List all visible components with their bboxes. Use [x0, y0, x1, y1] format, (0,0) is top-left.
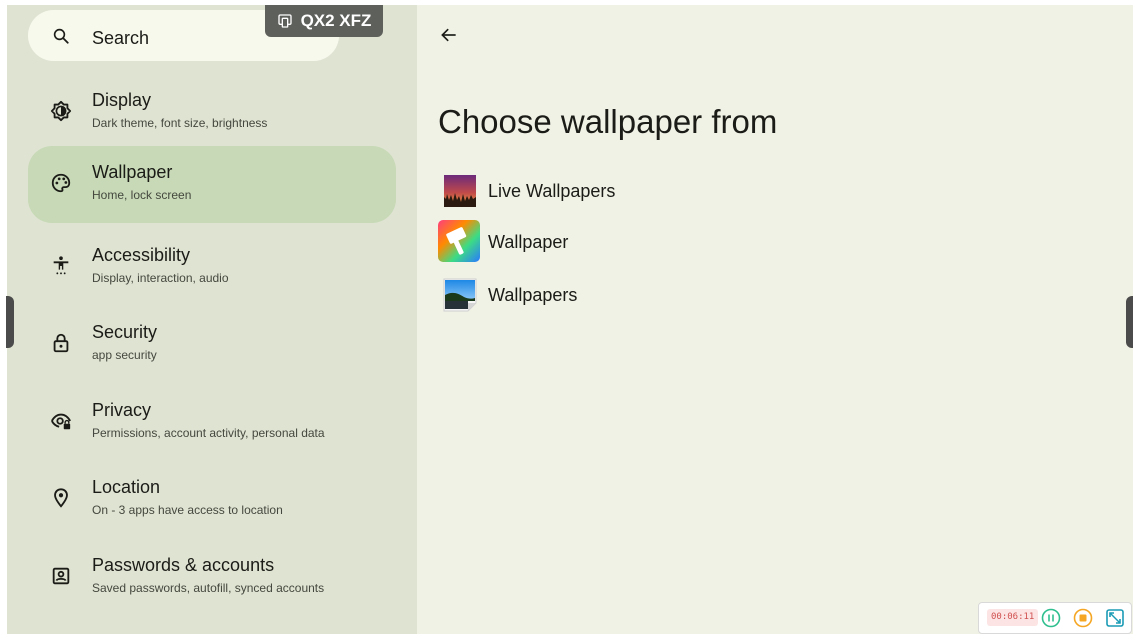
page-title: Choose wallpaper from — [438, 103, 778, 140]
sidebar-item-accessibility[interactable]: Accessibility Display, interaction, audi… — [28, 229, 396, 306]
brightness-icon — [50, 100, 72, 122]
sidebar-item-title: Display — [92, 90, 152, 110]
sidebar-item-passwords-accounts[interactable]: Passwords & accounts Saved passwords, au… — [28, 539, 396, 616]
live-wallpapers-icon — [444, 175, 476, 207]
wallpaper-app-icon — [438, 220, 480, 262]
sidebar-item-title: Security — [92, 322, 158, 342]
location-pin-icon — [54, 488, 68, 508]
sidebar-item-subtitle: Display, interaction, audio — [92, 271, 229, 285]
stop-icon[interactable] — [1073, 608, 1093, 628]
sidebar-item-subtitle: On - 3 apps have access to location — [92, 503, 283, 517]
lock-icon — [53, 333, 69, 353]
settings-window: Search QX2 XFZ Display Dark theme, font … — [7, 5, 1133, 634]
cast-device-icon — [277, 14, 292, 28]
right-edge-handle[interactable] — [1126, 296, 1133, 348]
sidebar-item-title: Accessibility — [92, 245, 191, 265]
sidebar-item-privacy[interactable]: Privacy Permissions, account activity, p… — [28, 384, 396, 461]
screen-recorder-bar: 00:06:11 — [978, 602, 1132, 634]
settings-sidebar: Search QX2 XFZ Display Dark theme, font … — [7, 5, 417, 634]
option-live-wallpapers[interactable]: Live Wallpapers — [438, 169, 738, 213]
search-label: Search — [92, 28, 150, 48]
pause-icon[interactable] — [1041, 608, 1061, 628]
sidebar-item-subtitle: Saved passwords, autofill, synced accoun… — [92, 581, 325, 595]
sidebar-item-subtitle: Dark theme, font size, brightness — [92, 116, 268, 130]
sidebar-item-wallpaper[interactable]: Wallpaper Home, lock screen — [28, 146, 396, 223]
sidebar-item-title: Privacy — [92, 400, 152, 420]
sidebar-item-subtitle: app security — [92, 348, 157, 362]
sidebar-item-display[interactable]: Display Dark theme, font size, brightnes… — [28, 74, 396, 151]
recording-timer: 00:06:11 — [987, 609, 1039, 626]
sidebar-item-subtitle: Permissions, account activity, personal … — [92, 426, 325, 440]
sidebar-item-security[interactable]: Security app security — [28, 306, 396, 383]
option-wallpaper[interactable]: Wallpaper — [438, 220, 738, 264]
option-label: Live Wallpapers — [488, 181, 616, 201]
option-label: Wallpapers — [488, 285, 578, 305]
accessibility-icon — [53, 256, 69, 275]
left-edge-handle[interactable] — [6, 296, 14, 348]
privacy-eye-icon — [51, 413, 71, 430]
back-arrow-icon[interactable] — [439, 25, 459, 45]
sidebar-item-title: Location — [92, 477, 161, 497]
sidebar-item-title: Wallpaper — [92, 162, 173, 182]
sidebar-item-subtitle: Home, lock screen — [92, 188, 192, 202]
option-wallpapers[interactable]: Wallpapers — [438, 273, 738, 317]
device-tag: QX2 XFZ — [265, 5, 383, 37]
palette-icon — [51, 173, 71, 193]
wallpapers-gallery-icon — [443, 278, 477, 312]
device-tag-text: QX2 XFZ — [300, 11, 372, 30]
search-icon — [53, 28, 69, 44]
expand-icon[interactable] — [1105, 608, 1125, 628]
sidebar-item-title: Passwords & accounts — [92, 555, 275, 575]
sidebar-item-location[interactable]: Location On - 3 apps have access to loca… — [28, 461, 396, 538]
account-box-icon — [52, 567, 70, 585]
option-label: Wallpaper — [488, 232, 569, 252]
